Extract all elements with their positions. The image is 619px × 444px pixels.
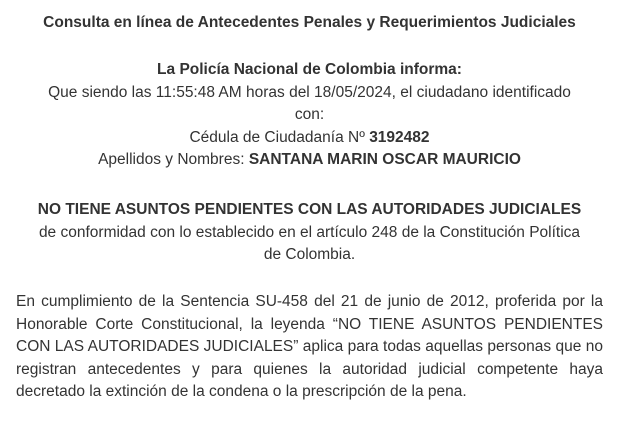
status-line-1: de conformidad con lo establecido en el …	[38, 223, 581, 241]
status-line-2: de Colombia.	[263, 246, 356, 263]
legal-paragraph: En cumplimiento de la Sentencia SU-458 d…	[16, 293, 603, 400]
certificate-page: Consulta en línea de Antecedentes Penale…	[0, 0, 619, 444]
informa-heading: La Policía Nacional de Colombia informa:	[157, 61, 462, 78]
cedula-row: Cédula de Ciudadanía Nº 3192482	[16, 127, 603, 150]
info-block: La Policía Nacional de Colombia informa:…	[16, 59, 603, 172]
page-title: Consulta en línea de Antecedentes Penale…	[43, 14, 576, 31]
cedula-label: Cédula de Ciudadanía Nº	[189, 128, 370, 146]
status-block: NO TIENE ASUNTOS PENDIENTES CON LAS AUTO…	[16, 199, 603, 267]
cedula-number: 3192482	[369, 128, 430, 146]
names-value: SANTANA MARIN OSCAR MAURICIO	[248, 151, 521, 168]
names-row: Apellidos y Nombres: SANTANA MARIN OSCAR…	[16, 149, 603, 172]
status-heading: NO TIENE ASUNTOS PENDIENTES CON LAS AUTO…	[37, 201, 582, 218]
names-label: Apellidos y Nombres:	[98, 151, 249, 168]
statement-line-2: con:	[294, 106, 325, 123]
statement-line-1: Que siendo las 11:55:48 AM horas del 18/…	[48, 83, 571, 101]
